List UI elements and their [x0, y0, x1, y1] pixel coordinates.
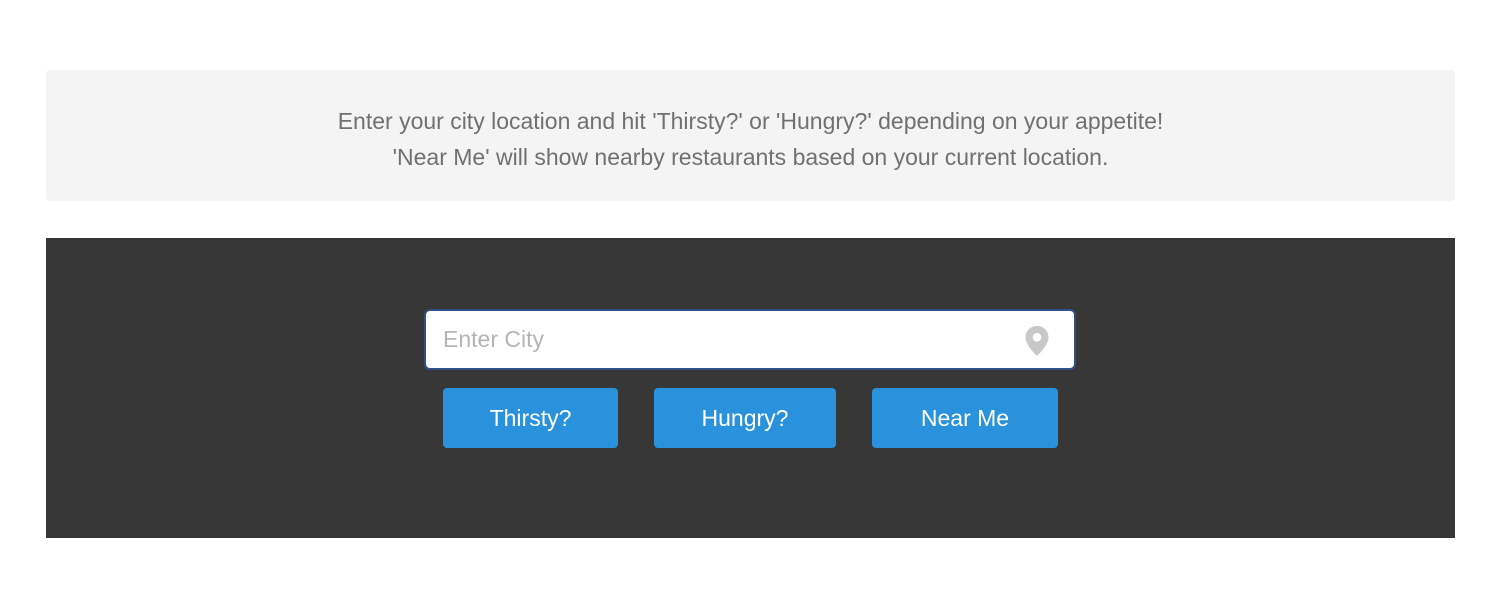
city-search-box	[424, 309, 1076, 370]
near-me-button[interactable]: Near Me	[872, 388, 1058, 448]
map-pin-icon[interactable]	[1024, 325, 1050, 357]
instructions-line-2: 'Near Me' will show nearby restaurants b…	[392, 144, 1109, 170]
page: Enter your city location and hit 'Thirst…	[0, 0, 1500, 589]
search-section: Thirsty? Hungry? Near Me	[46, 238, 1455, 538]
city-input[interactable]	[426, 311, 1006, 368]
hungry-button[interactable]: Hungry?	[654, 388, 836, 448]
action-buttons: Thirsty? Hungry? Near Me	[46, 388, 1455, 448]
instructions-line-1: Enter your city location and hit 'Thirst…	[337, 108, 1164, 134]
instructions-panel: Enter your city location and hit 'Thirst…	[46, 70, 1455, 201]
thirsty-button[interactable]: Thirsty?	[443, 388, 618, 448]
